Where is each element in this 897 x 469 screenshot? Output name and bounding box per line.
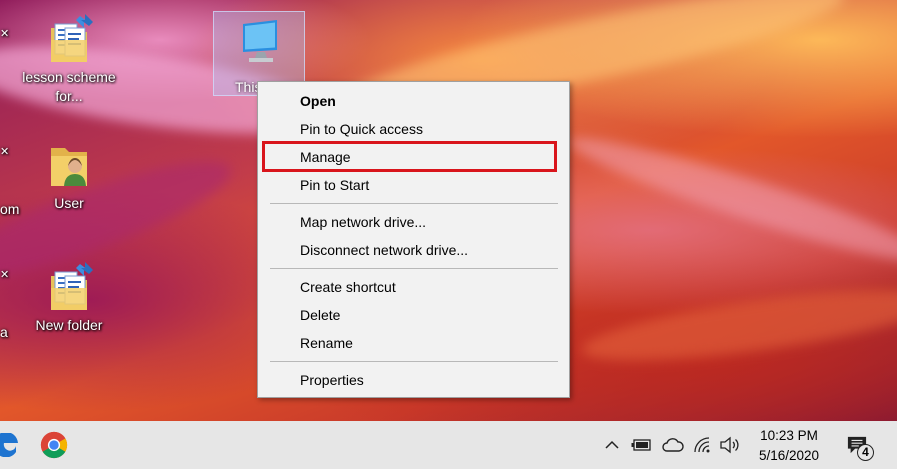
battery-tray-button[interactable]	[630, 421, 654, 469]
chrome-icon	[40, 431, 68, 459]
clock-time: 10:23 PM	[760, 428, 818, 443]
menu-item-rename[interactable]: Rename	[258, 330, 569, 356]
battery-icon	[631, 439, 651, 451]
chrome-taskbar-button[interactable]	[34, 421, 74, 469]
volume-icon	[720, 436, 739, 454]
desktop-icon-new-folder[interactable]: New folder	[29, 262, 109, 335]
menu-item-map-network-drive[interactable]: Map network drive...	[258, 209, 569, 235]
context-menu: Open Pin to Quick access Manage Pin to S…	[257, 81, 570, 398]
menu-separator	[270, 361, 558, 362]
desktop-icon-partial-glyph: ✕	[0, 146, 10, 158]
onedrive-tray-button[interactable]	[660, 421, 686, 469]
desktop-icon-partial-glyph: ✕	[0, 28, 10, 40]
menu-item-pin-quick-access[interactable]: Pin to Quick access	[258, 116, 569, 142]
onedrive-cloud-icon	[662, 438, 684, 452]
desktop-icon-lesson-scheme[interactable]: lesson scheme for...	[22, 14, 116, 106]
desktop-icon-label: New folder	[35, 317, 103, 333]
menu-item-pin-start[interactable]: Pin to Start	[258, 172, 569, 198]
user-folder-icon	[51, 148, 87, 186]
menu-separator	[270, 203, 558, 204]
computer-icon	[243, 20, 277, 62]
manage-highlight-box	[262, 141, 557, 172]
desktop-icon-partial-glyph: ✕	[0, 269, 10, 281]
clock-date: 5/16/2020	[758, 448, 820, 463]
taskbar-clock[interactable]: 10:23 PM 5/16/2020	[748, 426, 830, 466]
menu-item-disconnect-network-drive[interactable]: Disconnect network drive...	[258, 237, 569, 263]
taskbar: 10:23 PM 5/16/2020 4	[0, 421, 897, 469]
desktop-icon-partial-label: a	[0, 324, 8, 340]
network-tray-button[interactable]	[692, 421, 714, 469]
action-center-button[interactable]: 4	[838, 421, 878, 469]
show-hidden-icons-button[interactable]	[602, 421, 622, 469]
shared-folder-icon	[51, 14, 93, 62]
wifi-icon	[694, 437, 710, 453]
desktop[interactable]: om a ✕ ✕ ✕ lesson scheme for... User New…	[0, 0, 897, 421]
menu-item-create-shortcut[interactable]: Create shortcut	[258, 274, 569, 300]
menu-separator	[270, 268, 558, 269]
shared-folder-icon	[51, 262, 93, 310]
edge-taskbar-button[interactable]	[0, 421, 20, 469]
edge-icon	[0, 433, 18, 457]
notification-count-badge: 4	[857, 444, 874, 461]
menu-item-delete[interactable]: Delete	[258, 302, 569, 328]
desktop-icon-label: lesson scheme for...	[22, 69, 116, 104]
menu-item-properties[interactable]: Properties	[258, 367, 569, 393]
desktop-icon-label: User	[54, 195, 84, 211]
menu-item-open[interactable]: Open	[258, 88, 569, 114]
chevron-up-icon	[605, 440, 619, 449]
desktop-icon-partial-label: om	[0, 201, 20, 217]
volume-tray-button[interactable]	[718, 421, 742, 469]
desktop-icon-user[interactable]: User	[29, 140, 109, 213]
